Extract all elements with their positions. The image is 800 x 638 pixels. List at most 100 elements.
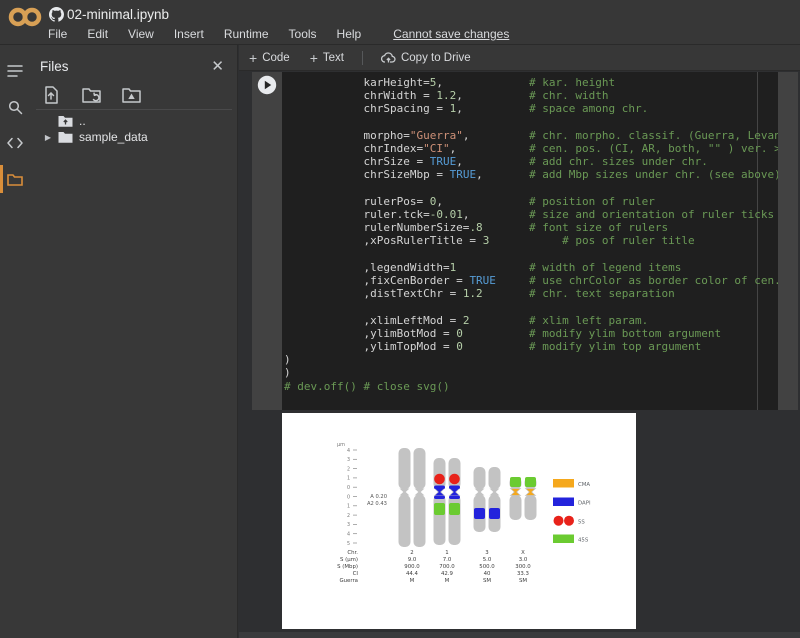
menu-view[interactable]: View [128, 27, 154, 41]
code-line[interactable]: chrIndex="CI", # cen. pos. (CI, AR, both… [284, 142, 778, 155]
code-line[interactable]: ,xPosRulerTitle = 3 # pos of ruler title [284, 234, 778, 247]
copy-to-drive-label: Copy to Drive [401, 52, 471, 64]
code-line[interactable] [284, 116, 778, 129]
ruler-tick-label: 2 [347, 466, 350, 472]
code-line[interactable]: ,fixCenBorder = TRUE # use chrColor as b… [284, 274, 778, 287]
blue-band-mark [449, 486, 460, 490]
code-line[interactable]: ) [284, 366, 778, 379]
run-cell-button[interactable] [257, 75, 277, 95]
blue-band-mark [434, 486, 445, 490]
menu-help[interactable]: Help [337, 27, 362, 41]
menu-edit[interactable]: Edit [87, 27, 108, 41]
table-cell-value: X [521, 550, 525, 556]
github-icon [49, 7, 64, 27]
blue-band-mark [474, 508, 485, 519]
colab-logo[interactable] [8, 6, 42, 33]
code-line[interactable]: rulerNumberSize=.8 # font size of rulers [284, 221, 778, 234]
code-line[interactable]: chrSizeMbp = TRUE, # add Mbp sizes under… [284, 168, 778, 181]
notebook-title[interactable]: 02-minimal.ipynb [67, 7, 169, 22]
rail-code-snippets[interactable] [0, 125, 30, 161]
table-row-label: S (Mbp) [337, 564, 358, 570]
toolbar-divider [362, 51, 363, 65]
colab-window: 02-minimal.ipynb File Edit View Insert R… [0, 0, 800, 638]
legend-label: DAPI [578, 500, 591, 506]
table-cell-value: 900.0 [404, 564, 420, 570]
add-text-cell-button[interactable]: + Text [300, 45, 354, 71]
menu-file[interactable]: File [48, 27, 67, 41]
chromosome-1-q-arm [449, 495, 461, 545]
refresh-folder-button[interactable] [78, 83, 104, 107]
table-cell-value: 33.3 [517, 571, 529, 577]
add-code-cell-button[interactable]: + Code [239, 45, 300, 71]
tree-item-parent-dir[interactable]: .. [30, 113, 238, 129]
chevron-right-icon[interactable]: ▶ [44, 133, 52, 142]
chromosome-2-p-arm [414, 448, 426, 489]
chromosome-2-p-arm [399, 448, 411, 489]
copy-to-drive-button[interactable]: Copy to Drive [371, 45, 481, 71]
code-line[interactable]: # dev.off() # close svg() [284, 380, 778, 393]
code-snippets-icon [7, 137, 23, 149]
legend-label: 5S [578, 519, 585, 525]
code-line[interactable] [284, 182, 778, 195]
blue-band-mark [434, 496, 445, 500]
mount-drive-button[interactable] [118, 83, 144, 107]
blue-band-mark [489, 508, 500, 519]
code-line[interactable]: ,xlimLeftMod = 2 # xlim left param. [284, 314, 778, 327]
legend-swatch-45S [553, 535, 574, 544]
karyotype-figure: µm43210012345A 0.20A2 0.43CMADAPI5S45SCh… [282, 413, 636, 629]
close-icon[interactable]: ✕ [207, 57, 228, 76]
chromosome-3-centromere [475, 489, 485, 496]
upload-file-button[interactable] [38, 83, 64, 107]
ruler-tick-label: 3 [347, 522, 350, 528]
menu-tools[interactable]: Tools [289, 27, 317, 41]
chromosome-X-centromere [526, 489, 536, 496]
folder-up-icon [58, 115, 73, 127]
green-band-mark [449, 503, 460, 515]
index-annotation: A 0.20 [370, 494, 387, 500]
code-line[interactable]: chrWidth = 1.2, # chr. width [284, 89, 778, 102]
code-line[interactable]: morpho="Guerra", # chr. morpho. classif.… [284, 129, 778, 142]
chromosome-3-centromere [490, 489, 500, 496]
left-icon-rail [0, 45, 30, 638]
chromosome-2-q-arm [399, 495, 411, 547]
rail-search[interactable] [0, 89, 30, 125]
code-line[interactable]: ,ylimBotMod = 0 # modify ylim bottom arg… [284, 327, 778, 340]
menu-runtime[interactable]: Runtime [224, 27, 269, 41]
code-line[interactable]: ,ylimTopMod = 0 # modify ylim top argume… [284, 340, 778, 353]
add-text-label: Text [323, 52, 344, 64]
table-row-label: Chr. [347, 550, 358, 556]
menu-insert[interactable]: Insert [174, 27, 204, 41]
code-line[interactable] [284, 300, 778, 313]
table-row-label: CI [353, 571, 359, 577]
tree-item-label: .. [79, 114, 86, 128]
cell-gutter [252, 72, 282, 410]
code-line[interactable]: ,distTextChr = 1.2 # chr. text separatio… [284, 287, 778, 300]
ruler-tick-label: 2 [347, 513, 350, 519]
code-cell: karHeight=5, # kar. height chrWidth = 1.… [252, 72, 798, 410]
code-line[interactable] [284, 248, 778, 261]
code-line[interactable]: ) [284, 353, 778, 366]
ruler-tick-label: 0 [347, 485, 350, 491]
ruler-tick-label: 1 [347, 476, 350, 482]
folder-icon [58, 131, 73, 143]
rail-table-of-contents[interactable] [0, 53, 30, 89]
table-cell-value: SM [483, 578, 491, 584]
chromosome-3-p-arm [489, 467, 501, 489]
legend-label: CMA [578, 482, 590, 488]
table-cell-value: 700.0 [439, 564, 455, 570]
code-editor[interactable]: karHeight=5, # kar. height chrWidth = 1.… [282, 72, 778, 410]
code-line[interactable]: rulerPos= 0, # position of ruler [284, 195, 778, 208]
code-line[interactable]: ,legendWidth=1 # width of legend items [284, 261, 778, 274]
table-row-label: Guerra [339, 578, 358, 584]
table-cell-value: 300.0 [515, 564, 531, 570]
app-header: 02-minimal.ipynb File Edit View Insert R… [0, 0, 800, 45]
code-line[interactable]: karHeight=5, # kar. height [284, 76, 778, 89]
save-status-link[interactable]: Cannot save changes [393, 27, 509, 41]
code-line[interactable]: ruler.tck=-0.01, # size and orientation … [284, 208, 778, 221]
tree-item-sample-data[interactable]: ▶ sample_data [30, 129, 238, 145]
add-code-label: Code [262, 52, 290, 64]
code-text[interactable]: karHeight=5, # kar. height chrWidth = 1.… [284, 76, 778, 393]
rail-files[interactable] [0, 161, 30, 197]
code-line[interactable]: chrSize = TRUE, # add chr. sizes under c… [284, 155, 778, 168]
code-line[interactable]: chrSpacing = 1, # space among chr. [284, 102, 778, 115]
